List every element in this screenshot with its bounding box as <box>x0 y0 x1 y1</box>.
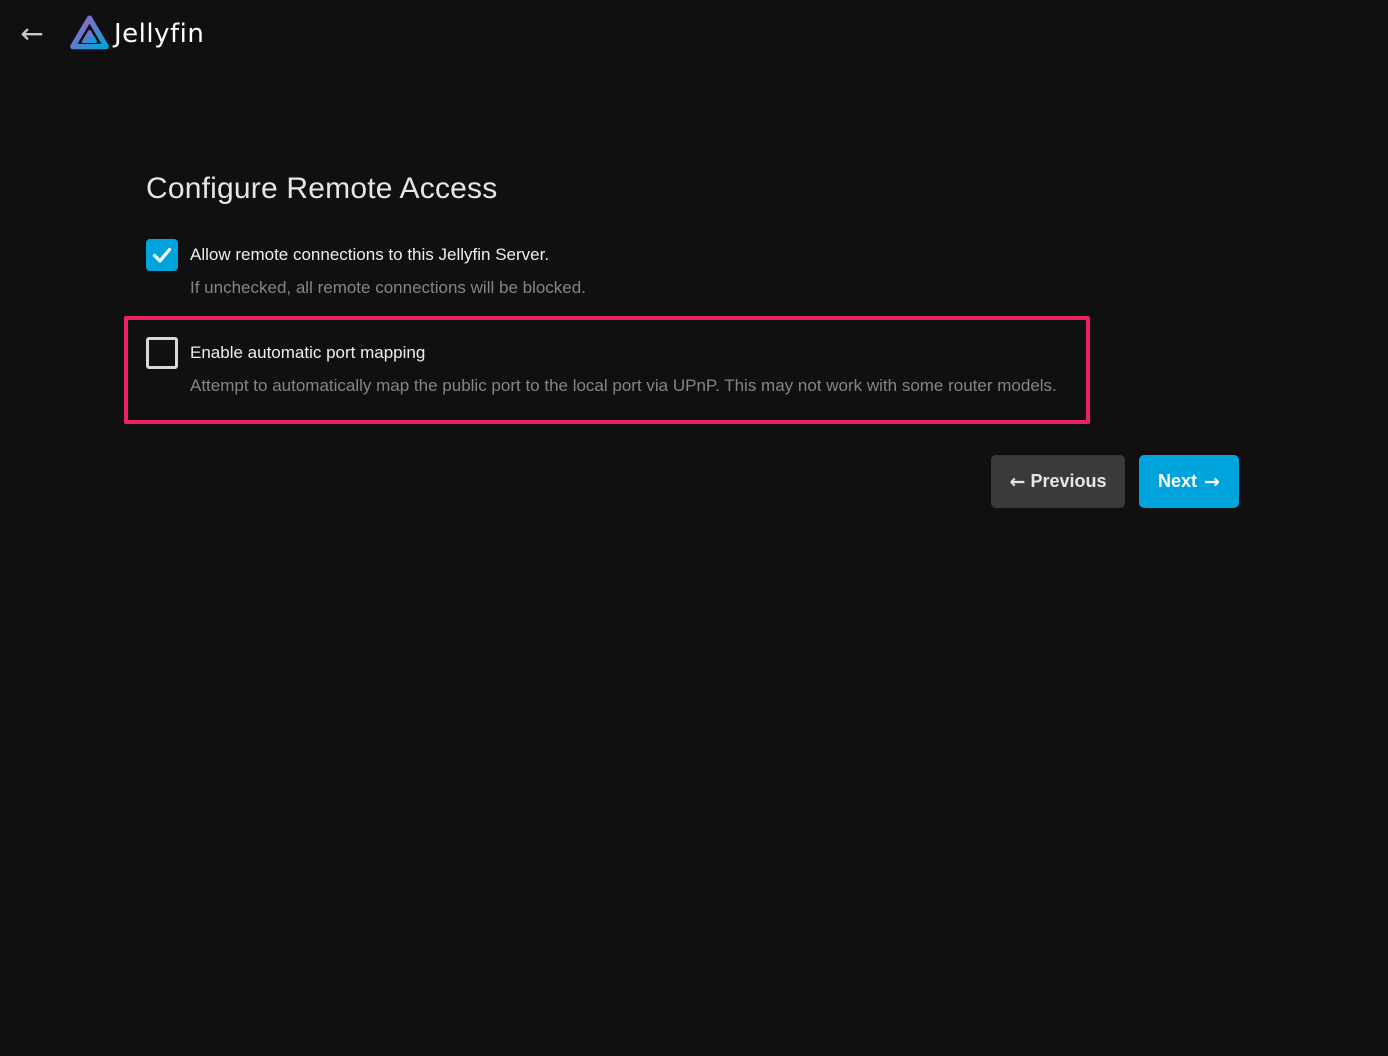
app-title: Jellyfin <box>114 19 204 49</box>
previous-button[interactable]: ← Previous <box>991 455 1125 508</box>
next-button-label: Next <box>1158 471 1197 492</box>
previous-button-label: Previous <box>1030 471 1106 492</box>
checkmark-icon <box>150 243 174 267</box>
field-text: Allow remote connections to this Jellyfi… <box>190 239 586 300</box>
app-header: ← Jellyfin <box>0 0 1388 68</box>
allow-remote-connections-checkbox[interactable] <box>146 239 178 271</box>
left-arrow-icon: ← <box>1010 471 1026 493</box>
enable-port-mapping-description: Attempt to automatically map the public … <box>190 374 1057 398</box>
back-button[interactable]: ← <box>14 14 50 54</box>
field-text: Enable automatic port mapping Attempt to… <box>190 337 1057 398</box>
wizard-button-row: ← Previous Next → <box>991 455 1239 508</box>
right-arrow-icon: → <box>1204 471 1220 493</box>
allow-remote-connections-label[interactable]: Allow remote connections to this Jellyfi… <box>190 239 586 271</box>
back-arrow-icon: ← <box>20 17 43 50</box>
field-enable-port-mapping: Enable automatic port mapping Attempt to… <box>146 337 1086 398</box>
next-button[interactable]: Next → <box>1139 455 1239 508</box>
field-allow-remote-connections: Allow remote connections to this Jellyfi… <box>146 239 1046 300</box>
allow-remote-connections-description: If unchecked, all remote connections wil… <box>190 276 586 300</box>
enable-port-mapping-checkbox[interactable] <box>146 337 178 369</box>
page-title: Configure Remote Access <box>146 172 497 206</box>
jellyfin-logo-icon <box>67 11 112 56</box>
enable-port-mapping-label[interactable]: Enable automatic port mapping <box>190 337 1057 369</box>
